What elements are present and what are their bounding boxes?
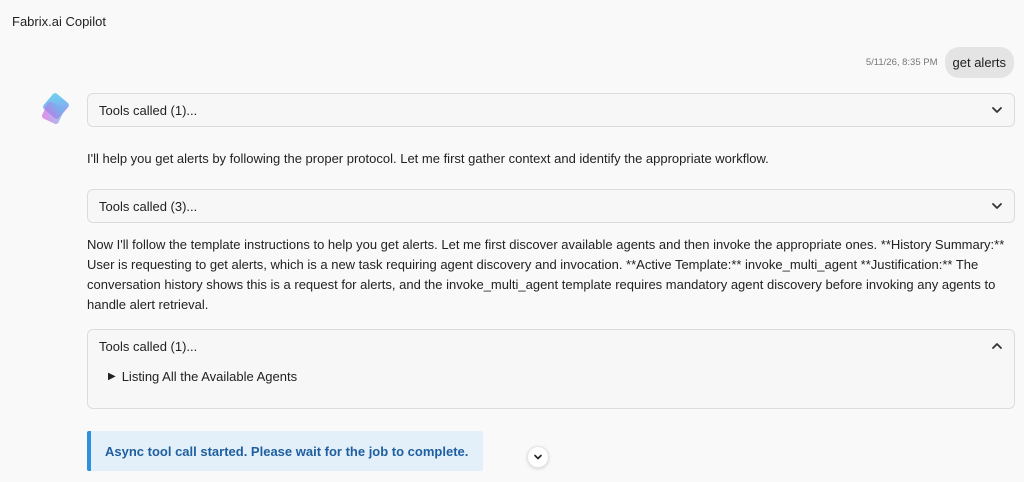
user-message: 5/11/26, 8:35 PM get alerts — [866, 47, 1014, 78]
assistant-response: Tools called (1)... I'll help you get al… — [87, 93, 1015, 471]
tools-called-panel-1: Tools called (1)... — [87, 93, 1015, 127]
scroll-down-icon — [534, 454, 542, 460]
chevron-down-icon[interactable] — [990, 103, 1004, 117]
chevron-up-icon[interactable] — [990, 339, 1004, 353]
message-timestamp: 5/11/26, 8:35 PM — [865, 57, 938, 68]
chevron-down-icon[interactable] — [990, 199, 1004, 213]
tools-called-panel-2: Tools called (3)... — [87, 189, 1015, 223]
tool-call-item-label: Listing All the Available Agents — [121, 369, 298, 384]
bot-avatar-icon — [38, 92, 74, 128]
assistant-message-1: I'll help you get alerts by following th… — [87, 151, 769, 166]
tools-called-label: Tools called (3)... — [99, 198, 198, 214]
triangle-right-icon[interactable]: ▶ — [108, 371, 116, 382]
app-title: Fabrix.ai Copilot — [12, 14, 106, 29]
tool-call-item[interactable]: ▶ Listing All the Available Agents — [88, 362, 1014, 408]
tools-called-header-1[interactable]: Tools called (1)... — [88, 94, 1014, 126]
tools-called-label: Tools called (1)... — [99, 338, 198, 354]
user-message-bubble: get alerts — [944, 47, 1014, 78]
assistant-message-2: Now I'll follow the template instruction… — [87, 237, 1005, 312]
tools-called-header-2[interactable]: Tools called (3)... — [88, 190, 1014, 222]
async-notice: Async tool call started. Please wait for… — [87, 431, 483, 471]
tools-called-panel-3: Tools called (1)... ▶ Listing All the Av… — [87, 329, 1015, 409]
scroll-down-button[interactable] — [527, 446, 549, 468]
tools-called-label: Tools called (1)... — [99, 102, 198, 118]
tools-called-header-3[interactable]: Tools called (1)... — [88, 330, 1014, 362]
